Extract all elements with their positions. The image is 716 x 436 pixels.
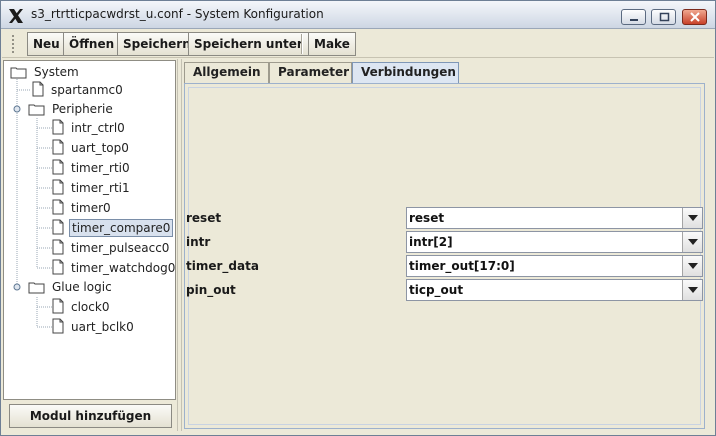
open-button[interactable]: Öffnen — [63, 32, 121, 56]
selected-node-label: timer_compare0 — [69, 219, 174, 237]
close-button[interactable] — [682, 9, 707, 25]
minimize-button[interactable] — [621, 9, 646, 25]
connection-label-reset: reset — [186, 211, 222, 225]
connection-select-intr[interactable]: intr[2] — [406, 231, 703, 253]
connection-select-reset[interactable]: reset — [406, 207, 703, 229]
save-button[interactable]: Speichern — [117, 32, 197, 56]
tree-node-timer-watchdog0[interactable]: timer_watchdog0 — [51, 259, 175, 277]
add-module-button[interactable]: Modul hinzufügen — [9, 404, 172, 428]
file-icon — [52, 179, 64, 195]
file-icon — [32, 81, 44, 97]
tab-verbindungen[interactable]: Verbindungen — [352, 62, 459, 83]
window-title: s3_rtrtticpacwdrst_u.conf - System Konfi… — [31, 7, 324, 21]
select-value: ticp_out — [409, 283, 464, 297]
folder-open-icon — [10, 67, 27, 79]
minimize-icon — [630, 19, 638, 21]
toolbar: Neu Öffnen Speichern Speichern unter Mak… — [2, 30, 714, 58]
file-icon — [52, 259, 64, 275]
new-button[interactable]: Neu — [27, 32, 66, 56]
make-button[interactable]: Make — [308, 32, 356, 56]
tree-node-intr-ctrl0[interactable]: intr_ctrl0 — [51, 119, 127, 137]
file-icon — [52, 318, 64, 334]
maximize-button[interactable] — [651, 9, 676, 25]
tab-allgemein[interactable]: Allgemein — [184, 62, 269, 83]
tree-node-uart-bclk0[interactable]: uart_bclk0 — [51, 318, 136, 336]
tree-node-timer-compare0[interactable]: timer_compare0 — [51, 219, 174, 237]
select-value: timer_out[17:0] — [409, 259, 515, 273]
chevron-down-icon — [688, 239, 698, 245]
dropdown-button[interactable] — [682, 232, 702, 252]
file-icon — [52, 199, 64, 215]
file-icon — [52, 139, 64, 155]
toolbar-separator — [301, 34, 303, 54]
close-icon — [690, 12, 700, 22]
tree-node-timer-pulseacc0[interactable]: timer_pulseacc0 — [51, 239, 171, 257]
select-value: intr[2] — [409, 235, 453, 249]
splitter-handle[interactable] — [177, 59, 182, 431]
chevron-down-icon — [688, 287, 698, 293]
dropdown-button[interactable] — [682, 256, 702, 276]
tree-node-timer0[interactable]: timer0 — [51, 199, 113, 217]
tree-node-peripherie[interactable]: Peripherie — [28, 100, 115, 118]
connection-select-timer-data[interactable]: timer_out[17:0] — [406, 255, 703, 277]
tree-node-clock0[interactable]: clock0 — [51, 298, 111, 316]
folder-open-icon — [28, 282, 45, 294]
tree-node-glue-logic[interactable]: Glue logic — [28, 278, 114, 296]
connection-label-pin-out: pin_out — [186, 283, 236, 297]
chevron-down-icon — [688, 263, 698, 269]
connection-label-timer-data: timer_data — [186, 259, 259, 273]
toolbar-grip[interactable] — [11, 34, 15, 54]
maximize-icon — [659, 12, 670, 22]
file-icon — [52, 119, 64, 135]
file-icon — [52, 298, 64, 314]
chevron-down-icon — [688, 215, 698, 221]
tree-node-timer-rti0[interactable]: timer_rti0 — [51, 159, 132, 177]
tree-node-spartanmc0[interactable]: spartanmc0 — [31, 81, 125, 99]
module-tree[interactable]: System spartanmc0 Peripherie intr_ctrl0 … — [3, 60, 176, 400]
file-icon — [52, 239, 64, 255]
main-window: s3_rtrtticpacwdrst_u.conf - System Konfi… — [0, 0, 716, 436]
tree-node-timer-rti1[interactable]: timer_rti1 — [51, 179, 132, 197]
file-icon — [52, 159, 64, 175]
file-icon — [52, 219, 64, 235]
folder-open-icon — [28, 104, 45, 116]
save-as-button[interactable]: Speichern unter — [188, 32, 309, 56]
tree-node-uart-top0[interactable]: uart_top0 — [51, 139, 131, 157]
title-bar[interactable]: s3_rtrtticpacwdrst_u.conf - System Konfi… — [1, 1, 715, 29]
select-value: reset — [409, 211, 445, 225]
connection-select-pin-out[interactable]: ticp_out — [406, 279, 703, 301]
connection-label-intr: intr — [186, 235, 211, 249]
x-logo-icon — [9, 9, 23, 23]
dropdown-button[interactable] — [682, 280, 702, 300]
tree-node-system[interactable]: System — [10, 63, 81, 81]
dropdown-button[interactable] — [682, 208, 702, 228]
tab-parameter[interactable]: Parameter — [269, 62, 352, 83]
